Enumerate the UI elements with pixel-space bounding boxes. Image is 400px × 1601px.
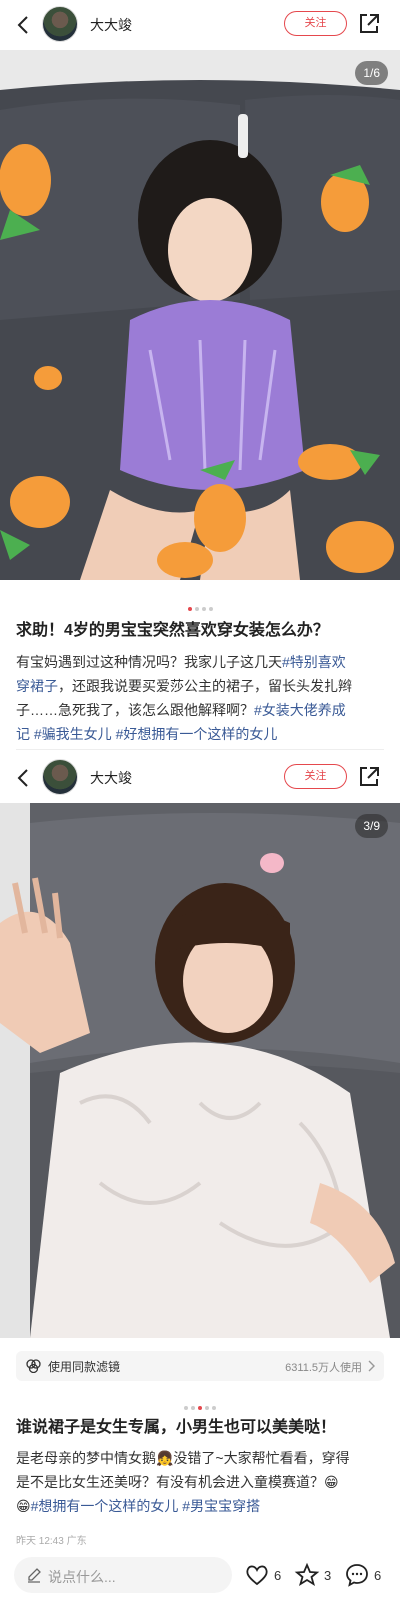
child-photo-white-dress: [0, 803, 400, 1338]
post1-header: 大大竣 关注: [0, 0, 400, 50]
carousel-dots: [0, 1399, 400, 1410]
carousel-dot: [212, 1405, 216, 1410]
like-count: 6: [274, 1568, 282, 1583]
hashtag[interactable]: #男宝宝穿搭: [182, 1498, 260, 1514]
chevron-right-icon: [368, 1360, 375, 1372]
comment-placeholder: 说点什么...: [48, 1569, 116, 1585]
hashtag[interactable]: #想拥有一个这样的女儿: [31, 1498, 179, 1514]
carousel-dot-active: [198, 1405, 202, 1410]
hashtag[interactable]: #骗我生女儿: [34, 726, 112, 742]
carousel-dot: [208, 606, 213, 611]
avatar[interactable]: [42, 759, 78, 795]
carousel-dot: [205, 1405, 209, 1410]
body-text: 是老母亲的梦中情女鹅👧没错了~大家帮忙看看，穿得: [16, 1450, 350, 1466]
hashtag[interactable]: #好想拥有一个这样的女儿: [116, 726, 278, 742]
image-counter: 3/9: [355, 814, 388, 838]
filter-bar[interactable]: 使用同款滤镜 6311.5万人使用: [16, 1351, 384, 1381]
body-text: 子……急死我了，该怎么跟他解释啊？: [16, 702, 254, 718]
post2-body: 是老母亲的梦中情女鹅👧没错了~大家帮忙看看，穿得 是不是比女生还美呀？有没有机会…: [16, 1446, 388, 1518]
post2-photo[interactable]: 3/9: [0, 803, 400, 1338]
body-text: 有宝妈遇到过这种情况吗？我家儿子这几天: [16, 654, 282, 670]
follow-button[interactable]: 关注: [284, 11, 347, 36]
carousel-dot: [194, 606, 199, 611]
carousel-dots: [0, 600, 400, 611]
emoji: 😁: [16, 1498, 31, 1514]
back-arrow-icon[interactable]: [12, 766, 36, 790]
hashtag[interactable]: 穿裙子: [16, 678, 58, 694]
hashtag[interactable]: 记: [16, 726, 30, 742]
filter-usage-count: 6311.5万人使用: [285, 1362, 362, 1374]
filter-label: 使用同款滤镜: [48, 1360, 121, 1374]
post2-header: 大大竣 关注: [0, 753, 400, 803]
image-counter: 1/6: [355, 61, 388, 85]
share-icon[interactable]: [356, 764, 382, 790]
body-text: 是不是比女生还美呀？有没有机会进入童模赛道？😁: [16, 1474, 339, 1490]
filter-icon: [26, 1359, 41, 1373]
comment-icon: [346, 1564, 368, 1587]
hashtag[interactable]: #特别喜欢: [282, 654, 346, 670]
share-icon[interactable]: [356, 11, 382, 37]
comment-count: 6: [374, 1568, 382, 1583]
star-icon: [294, 1562, 320, 1586]
bottom-bar: 说点什么... 6 3 6: [0, 1549, 400, 1601]
carousel-dot-active: [187, 606, 192, 611]
divider: [16, 749, 384, 750]
child-photo-purple-dress: [0, 50, 400, 580]
author-name[interactable]: 大大竣: [90, 15, 132, 35]
comment-input[interactable]: 说点什么...: [14, 1557, 232, 1593]
carousel-dot: [201, 606, 206, 611]
follow-button[interactable]: 关注: [284, 764, 347, 789]
post1-body: 有宝妈遇到过这种情况吗？我家儿子这几天#特别喜欢 穿裙子，还跟我说要买爱莎公主的…: [16, 650, 388, 746]
hashtag[interactable]: #女装大佬养成: [254, 702, 346, 718]
pen-icon: [28, 1568, 41, 1583]
post-meta: 昨天 12:43 广东: [16, 1536, 87, 1547]
post1-title: 求助！4岁的男宝宝突然喜欢穿女装怎么办？: [16, 622, 329, 639]
back-arrow-icon[interactable]: [12, 13, 36, 37]
carousel-dot: [191, 1405, 195, 1410]
post2-title: 谁说裙子是女生专属，小男生也可以美美哒！: [16, 1419, 337, 1436]
body-text: ，还跟我说要买爱莎公主的裙子，留长头发扎辫: [58, 678, 352, 694]
heart-icon: [246, 1565, 268, 1586]
avatar[interactable]: [42, 6, 78, 42]
carousel-dot: [184, 1405, 188, 1410]
author-name[interactable]: 大大竣: [90, 768, 132, 788]
favorite-count: 3: [324, 1568, 332, 1583]
post1-photo[interactable]: 1/6: [0, 50, 400, 580]
